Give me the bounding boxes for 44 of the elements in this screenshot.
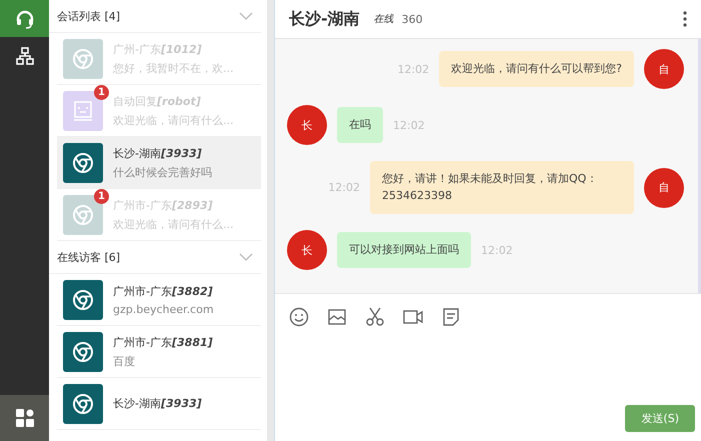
apps-icon <box>14 408 34 428</box>
browser-icon <box>72 204 94 226</box>
section-header[interactable]: 会话列表 [4] <box>49 0 261 33</box>
visitor-name: 长沙-湖南[3933] <box>113 396 202 411</box>
last-message: 什么时候会完善好吗 <box>113 164 212 180</box>
avatar: 自 <box>644 49 684 89</box>
section-header[interactable]: 在线访客 [6] <box>49 241 261 274</box>
chat-title: 长沙-湖南 <box>289 8 360 30</box>
avatar: 长 <box>287 230 327 270</box>
avatar: 自 <box>644 168 684 208</box>
last-message: gzp.beycheer.com <box>113 302 214 316</box>
browser-icon <box>72 340 94 362</box>
status-label: 在线 <box>374 12 394 26</box>
message-bubble: 欢迎光临，请问有什么可以帮到您? <box>439 50 634 88</box>
image-icon[interactable] <box>327 307 347 327</box>
robot-icon <box>72 100 94 122</box>
network-icon <box>14 46 34 66</box>
apps-button[interactable] <box>0 395 49 441</box>
browser-icon <box>72 288 94 310</box>
section-title: 会话列表 [4] <box>57 8 120 24</box>
section-title: 在线访客 [6] <box>57 250 120 264</box>
browser-icon <box>72 152 94 174</box>
visitor-name: 长沙-湖南[3933] <box>113 146 203 160</box>
browser-icon <box>72 48 94 70</box>
message-bubble: 您好，请讲！如果未能及时回复，请加QQ：2534623398 <box>370 161 634 214</box>
visitor-name: 广州市-广东[3882] <box>113 284 214 298</box>
conversation-item[interactable]: 广州市-广东[3881] 百度 <box>57 326 261 378</box>
visitor-name: 广州市-广东[3881] <box>113 334 213 350</box>
note-icon[interactable] <box>441 307 461 327</box>
unread-badge: 1 <box>94 84 109 100</box>
avatar: 长 <box>287 105 327 145</box>
message-bubble: 可以对接到网站上面吗 <box>337 232 471 268</box>
conversation-item[interactable]: 长沙-湖南[3933] 什么时候会完善好吗 <box>57 137 261 189</box>
browser-icon <box>72 392 94 414</box>
conversation-item[interactable]: 广州市-广东[3882] gzp.beycheer.com <box>57 274 261 326</box>
last-message: 百度 <box>113 354 136 368</box>
headset-icon <box>14 8 34 28</box>
source-label: 360 <box>402 12 423 26</box>
message-bubble: 在吗 <box>337 106 383 144</box>
emoji-icon[interactable] <box>289 307 309 327</box>
unread-badge: 1 <box>94 188 109 204</box>
conversation-item[interactable]: 长沙-湖南[3933] <box>57 378 261 430</box>
more-icon[interactable] <box>683 11 687 27</box>
scissors-icon[interactable] <box>365 307 385 327</box>
